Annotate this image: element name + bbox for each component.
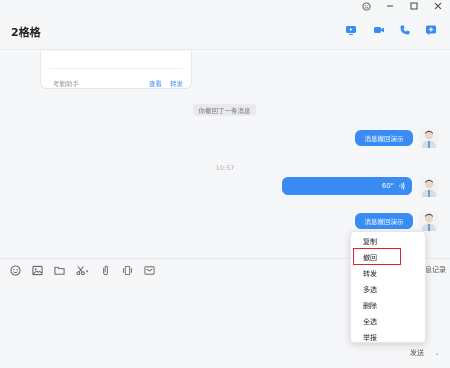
card-divider	[49, 68, 183, 69]
image-icon[interactable]	[30, 263, 44, 277]
message-bubble[interactable]: 消息撤回演示	[355, 130, 413, 146]
history-link[interactable]: 息记录	[425, 265, 446, 275]
card-source: 考勤助手	[53, 80, 79, 88]
minimize-icon[interactable]	[378, 0, 402, 12]
avatar[interactable]	[419, 128, 439, 148]
window-controls	[354, 0, 450, 12]
menu-item-multi-select[interactable]: 多选	[351, 282, 425, 298]
message-list[interactable]: 考勤助手 查看 转发 你撤回了一条消息 消息撤回演示 10:57 60" 消息撤…	[0, 51, 450, 258]
timestamp: 10:57	[215, 164, 235, 172]
context-menu: 复制 撤回 转发 多选 删除 全选 举报	[350, 231, 426, 343]
message-icon[interactable]	[142, 263, 156, 277]
menu-item-select-all[interactable]: 全选	[351, 314, 425, 330]
folder-icon[interactable]	[52, 263, 66, 277]
recall-notice: 你撤回了一条消息	[193, 104, 256, 116]
video-call-icon[interactable]	[372, 23, 386, 37]
avatar[interactable]	[419, 211, 439, 231]
menu-item-copy[interactable]: 复制	[351, 234, 425, 250]
composer-toolbar	[8, 263, 164, 277]
voice-message[interactable]: 60"	[282, 177, 412, 195]
maximize-icon[interactable]	[402, 0, 426, 12]
avatar[interactable]	[419, 177, 439, 197]
menu-item-report[interactable]: 举报	[351, 330, 425, 346]
shake-icon[interactable]	[120, 263, 134, 277]
attendance-card[interactable]: 考勤助手 查看 转发	[40, 51, 192, 89]
voice-duration: 60"	[381, 182, 394, 190]
smiley-icon[interactable]	[354, 0, 378, 12]
menu-item-recall[interactable]: 撤回	[351, 250, 425, 266]
menu-item-forward[interactable]: 转发	[351, 266, 425, 282]
add-icon[interactable]	[424, 23, 438, 37]
screenshot-icon[interactable]	[74, 263, 90, 277]
chat-header: 2格格	[0, 12, 450, 50]
voice-call-icon[interactable]	[398, 23, 412, 37]
chat-title: 2格格	[11, 26, 41, 39]
close-icon[interactable]	[426, 0, 450, 12]
card-forward-link[interactable]: 转发	[170, 78, 183, 88]
send-options-icon[interactable]: ⌄	[432, 346, 442, 360]
voice-wave-icon	[398, 181, 406, 193]
card-view-link[interactable]: 查看	[149, 78, 162, 88]
message-bubble[interactable]: 消息撤回演示	[355, 213, 413, 229]
send-button[interactable]: 发送	[402, 346, 432, 360]
screen-share-icon[interactable]	[344, 23, 358, 37]
clip-icon[interactable]	[98, 263, 112, 277]
emoji-icon[interactable]	[8, 263, 22, 277]
menu-item-delete[interactable]: 删除	[351, 298, 425, 314]
